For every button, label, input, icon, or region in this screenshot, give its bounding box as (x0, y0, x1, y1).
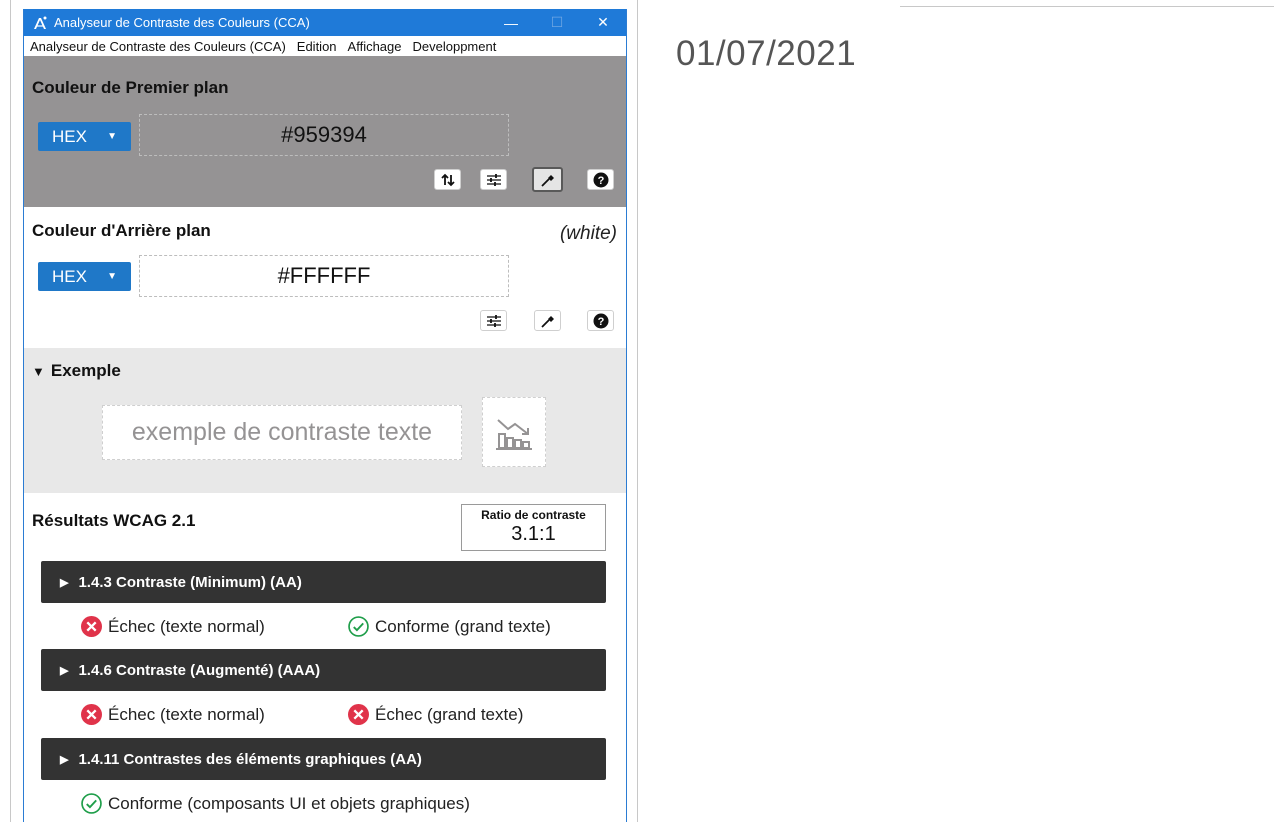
contrast-ratio-label: Ratio de contraste (481, 508, 586, 522)
foreground-eyedropper-button[interactable] (532, 167, 563, 192)
criterion-1-4-3[interactable]: ▶ 1.4.3 Contraste (Minimum) (AA) (41, 561, 606, 603)
criterion-label: 1.4.11 Contrastes des éléments graphique… (78, 750, 422, 768)
example-section: ▼ Exemple exemple de contraste texte (24, 348, 626, 493)
close-button[interactable]: ✕ (580, 9, 626, 36)
background-color-name: (white) (559, 223, 617, 244)
document-top-rule (900, 6, 1274, 7)
triangle-right-icon: ▶ (60, 664, 69, 677)
document-left-rule (10, 0, 11, 822)
result-text: Échec (grand texte) (375, 704, 524, 724)
fail-icon (348, 704, 369, 725)
menu-item-app[interactable]: Analyseur de Contraste des Couleurs (CCA… (30, 39, 286, 54)
svg-text:?: ? (597, 175, 604, 187)
pass-icon (81, 793, 102, 814)
app-icon (34, 16, 47, 29)
help-icon: ? (593, 313, 608, 328)
contrast-ratio-value: 3.1:1 (511, 523, 556, 545)
result-ui-graphics: Conforme (composants UI et objets graphi… (81, 793, 470, 814)
example-toggle[interactable]: ▼ Exemple (32, 361, 121, 381)
eyedropper-icon (540, 315, 554, 328)
background-hex-input[interactable]: #FFFFFF (139, 255, 509, 297)
example-sample-text: exemple de contraste texte (102, 405, 462, 460)
fail-icon (81, 616, 102, 637)
background-eyedropper-button[interactable] (534, 310, 561, 331)
criterion-1-4-11[interactable]: ▶ 1.4.11 Contrastes des éléments graphiq… (41, 738, 606, 780)
menu-item-affichage[interactable]: Affichage (348, 39, 402, 54)
swap-icon (440, 173, 455, 186)
menu-bar: Analyseur de Contraste des Couleurs (CCA… (24, 36, 626, 56)
chevron-down-icon: ▼ (107, 131, 117, 142)
fail-icon (81, 704, 102, 725)
pass-icon (348, 616, 369, 637)
background-format-label: HEX (52, 266, 87, 286)
foreground-format-select[interactable]: HEX ▼ (38, 122, 131, 151)
chevron-down-icon: ▼ (107, 271, 117, 282)
result-text: Conforme (grand texte) (375, 616, 551, 636)
result-aaa-large: Échec (grand texte) (348, 704, 523, 725)
result-text: Conforme (composants UI et objets graphi… (108, 793, 470, 813)
title-bar[interactable]: Analyseur de Contraste des Couleurs (CCA… (24, 9, 626, 36)
result-text: Échec (texte normal) (108, 704, 265, 724)
swap-colors-button[interactable] (434, 169, 461, 190)
sliders-icon (486, 314, 501, 327)
svg-text:?: ? (597, 316, 604, 328)
background-format-select[interactable]: HEX ▼ (38, 262, 131, 291)
foreground-title: Couleur de Premier plan (32, 78, 229, 97)
menu-item-developpment[interactable]: Developpment (413, 39, 497, 54)
results-section: Résultats WCAG 2.1 Ratio de contraste 3.… (24, 493, 626, 822)
background-title: Couleur d'Arrière plan (32, 221, 211, 240)
foreground-sliders-button[interactable] (480, 169, 507, 190)
maximize-button[interactable]: ☐ (534, 9, 580, 36)
criterion-label: 1.4.6 Contraste (Augmenté) (AAA) (78, 661, 321, 679)
triangle-down-icon: ▼ (32, 363, 45, 379)
background-help-button[interactable]: ? (587, 310, 614, 331)
foreground-format-label: HEX (52, 126, 87, 146)
cca-window: Analyseur de Contraste des Couleurs (CCA… (23, 9, 627, 822)
criterion-1-4-6[interactable]: ▶ 1.4.6 Contraste (Augmenté) (AAA) (41, 649, 606, 691)
help-icon: ? (593, 172, 608, 187)
background-sliders-button[interactable] (480, 310, 507, 331)
window-title: Analyseur de Contraste des Couleurs (CCA… (54, 15, 310, 30)
results-title: Résultats WCAG 2.1 (32, 511, 196, 530)
result-aa-normal: Échec (texte normal) (81, 616, 265, 637)
foreground-section: Couleur de Premier plan HEX ▼ #959394 ? (24, 56, 626, 207)
example-title: Exemple (50, 361, 121, 380)
minimize-button[interactable]: — (488, 9, 534, 36)
foreground-hex-input[interactable]: #959394 (139, 114, 509, 156)
foreground-help-button[interactable]: ? (587, 169, 614, 190)
criterion-label: 1.4.3 Contraste (Minimum) (AA) (78, 573, 302, 591)
document-date: 01/07/2021 (676, 34, 857, 73)
result-aa-large: Conforme (grand texte) (348, 616, 551, 637)
sliders-icon (486, 173, 501, 186)
triangle-right-icon: ▶ (60, 576, 69, 589)
contrast-ratio-box: Ratio de contraste 3.1:1 (461, 504, 606, 551)
document-right-rule (637, 0, 638, 822)
menu-item-edition[interactable]: Edition (297, 39, 337, 54)
triangle-right-icon: ▶ (60, 753, 69, 766)
result-text: Échec (texte normal) (108, 616, 265, 636)
chart-sample-icon (482, 397, 546, 467)
background-section: Couleur d'Arrière plan (white) HEX ▼ #FF… (24, 207, 626, 348)
eyedropper-icon (540, 174, 554, 187)
result-aaa-normal: Échec (texte normal) (81, 704, 265, 725)
